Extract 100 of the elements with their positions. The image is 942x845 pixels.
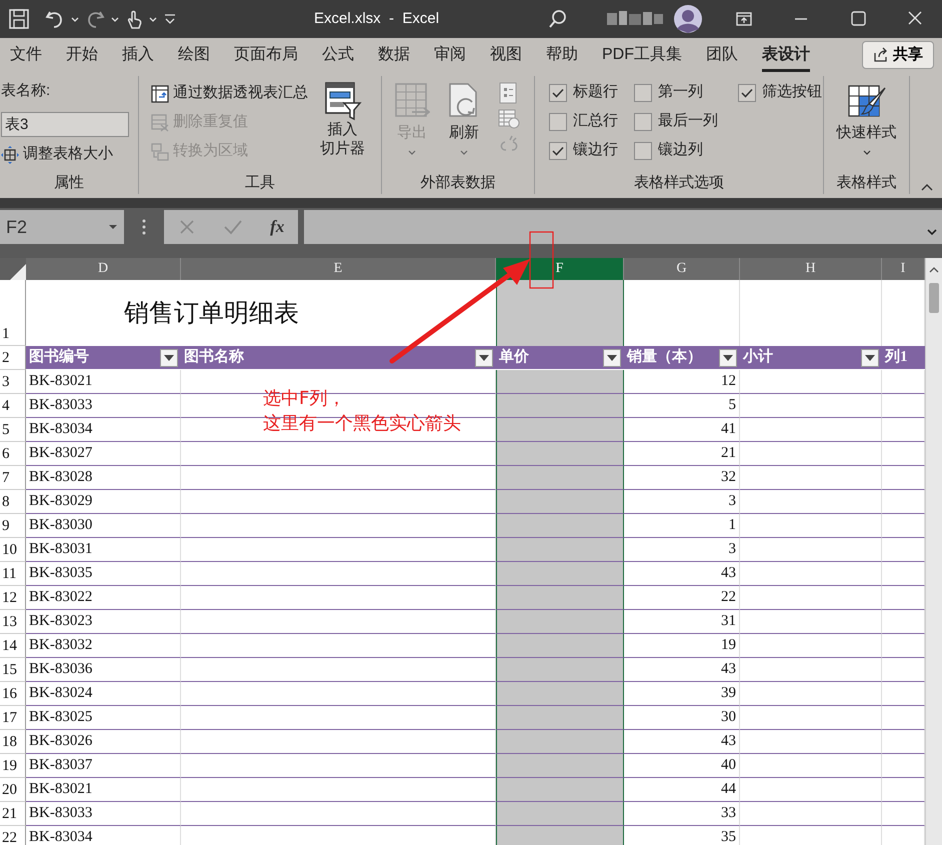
ribbon-button[interactable]: 通过数据透视表汇总 [151, 79, 308, 108]
row-header[interactable]: 21 [0, 802, 26, 826]
empty-cell[interactable] [740, 514, 882, 538]
checkbox-option[interactable]: 镶边行 [549, 136, 618, 165]
selected-cell[interactable] [496, 754, 624, 778]
selected-cell[interactable] [496, 280, 624, 346]
empty-cell[interactable] [740, 418, 882, 442]
empty-cell[interactable] [882, 394, 925, 418]
ribbon-tab[interactable]: 团队 [694, 38, 750, 72]
selected-cell[interactable] [496, 658, 624, 682]
selected-cell[interactable] [496, 418, 624, 442]
row-header[interactable]: 17 [0, 706, 26, 730]
ribbon-tab[interactable]: 页面布局 [222, 38, 310, 72]
selected-cell[interactable] [496, 682, 624, 706]
checkbox[interactable] [634, 142, 652, 160]
selected-cell[interactable] [496, 730, 624, 754]
ribbon-tab[interactable]: 视图 [478, 38, 534, 72]
empty-cell[interactable] [882, 490, 925, 514]
checkbox-option[interactable]: 筛选按钮 [738, 78, 822, 107]
ribbon-tab[interactable]: 帮助 [534, 38, 590, 72]
checkbox[interactable] [634, 112, 652, 130]
selected-cell[interactable] [496, 562, 624, 586]
row-header[interactable]: 7 [0, 466, 26, 490]
empty-cell[interactable] [740, 730, 882, 754]
save-icon[interactable] [8, 8, 30, 30]
formula-input[interactable] [304, 210, 942, 244]
filter-button[interactable] [160, 348, 178, 366]
checkbox[interactable] [738, 84, 756, 102]
row-header[interactable]: 13 [0, 610, 26, 634]
column-header[interactable]: E [181, 258, 496, 280]
row-header[interactable]: 19 [0, 754, 26, 778]
ribbon-tab[interactable]: 表设计 [750, 38, 822, 72]
empty-cell[interactable] [882, 634, 925, 658]
row-header[interactable]: 2 [0, 346, 26, 370]
ribbon-tab[interactable]: 开始 [54, 38, 110, 72]
column-header[interactable]: I [882, 258, 925, 280]
search-icon[interactable] [547, 8, 569, 30]
empty-cell[interactable] [882, 802, 925, 826]
row-header[interactable]: 4 [0, 394, 26, 418]
empty-cell[interactable] [882, 538, 925, 562]
checkbox-option[interactable]: 标题行 [549, 78, 618, 107]
selected-cell[interactable] [496, 466, 624, 490]
checkbox-option[interactable]: 汇总行 [549, 107, 618, 136]
row-header[interactable]: 10 [0, 538, 26, 562]
checkbox[interactable] [549, 142, 567, 160]
ribbon-tab[interactable]: 数据 [366, 38, 422, 72]
row-header[interactable]: 16 [0, 682, 26, 706]
checkbox[interactable] [549, 84, 567, 102]
empty-cell[interactable] [882, 778, 925, 802]
name-box[interactable]: F2 [0, 210, 124, 244]
empty-cell[interactable] [740, 394, 882, 418]
selected-cell[interactable] [496, 634, 624, 658]
empty-cell[interactable] [740, 706, 882, 730]
empty-cell[interactable] [740, 802, 882, 826]
empty-cell[interactable] [882, 706, 925, 730]
checkbox-option[interactable]: 镶边列 [634, 136, 718, 165]
ribbon-tab[interactable]: 审阅 [422, 38, 478, 72]
selected-cell[interactable] [496, 490, 624, 514]
checkbox[interactable] [549, 112, 567, 130]
row-header[interactable]: 11 [0, 562, 26, 586]
checkbox-option[interactable]: 第一列 [634, 78, 718, 107]
empty-cell[interactable] [740, 538, 882, 562]
empty-cell[interactable] [882, 442, 925, 466]
selected-cell[interactable] [496, 514, 624, 538]
empty-cell[interactable] [740, 754, 882, 778]
collapse-ribbon-icon[interactable] [920, 182, 934, 192]
resize-table-button[interactable]: 调整表格大小 [1, 140, 129, 169]
empty-cell[interactable] [882, 562, 925, 586]
empty-cell[interactable] [882, 730, 925, 754]
checkbox[interactable] [634, 84, 652, 102]
row-header[interactable]: 8 [0, 490, 26, 514]
empty-cell[interactable] [882, 682, 925, 706]
selected-cell[interactable] [496, 394, 624, 418]
ribbon-tab[interactable]: 公式 [310, 38, 366, 72]
share-button[interactable]: 共享 [862, 41, 934, 69]
ribbon-tab[interactable]: PDF工具集 [590, 38, 694, 72]
empty-cell[interactable] [882, 754, 925, 778]
ribbon-button[interactable]: 刷新 [446, 76, 482, 172]
selected-cell[interactable] [496, 370, 624, 394]
empty-cell[interactable] [740, 490, 882, 514]
empty-cell[interactable] [882, 586, 925, 610]
row-header[interactable]: 18 [0, 730, 26, 754]
selected-cell[interactable] [496, 706, 624, 730]
checkbox-option[interactable]: 最后一列 [634, 107, 718, 136]
selected-cell[interactable] [496, 826, 624, 845]
filter-button[interactable] [603, 348, 621, 366]
quick-styles-button[interactable]: 快速样式 [836, 76, 896, 172]
empty-cell[interactable] [882, 370, 925, 394]
ribbon-tab[interactable]: 插入 [110, 38, 166, 72]
empty-cell[interactable] [740, 658, 882, 682]
scrollbar-thumb[interactable] [929, 282, 939, 312]
empty-cell[interactable] [740, 562, 882, 586]
row-header[interactable]: 5 [0, 418, 26, 442]
empty-cell[interactable] [882, 418, 925, 442]
ribbon-tab[interactable]: 文件 [0, 38, 54, 72]
ribbon-tab[interactable]: 绘图 [166, 38, 222, 72]
row-header[interactable]: 15 [0, 658, 26, 682]
column-header[interactable]: D [26, 258, 181, 280]
row-header[interactable]: 12 [0, 586, 26, 610]
selected-cell[interactable] [496, 802, 624, 826]
